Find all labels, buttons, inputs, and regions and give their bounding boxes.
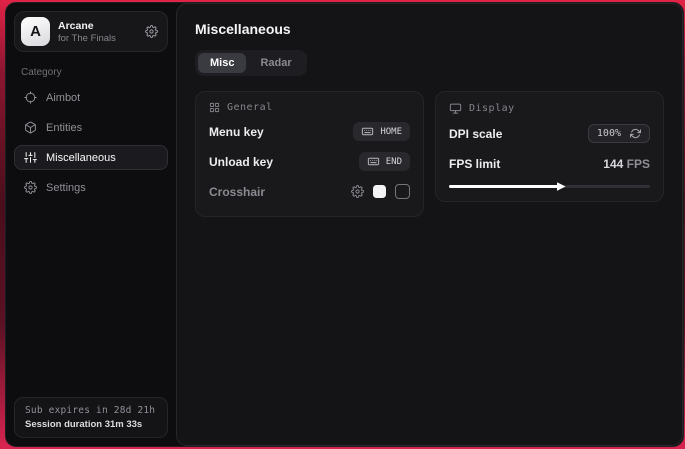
unload-key-label: Unload key	[209, 155, 273, 169]
cards-row: General Menu key HOME	[195, 91, 664, 217]
crosshair-row: Crosshair	[209, 180, 410, 203]
sub-expiry-text: Sub expires in 28d 21h	[25, 405, 157, 416]
menu-key-bind-button[interactable]: HOME	[353, 122, 410, 141]
gear-icon	[24, 181, 37, 194]
menu-key-row: Menu key HOME	[209, 120, 410, 143]
menu-key-label: Menu key	[209, 125, 264, 139]
fps-limit-row: FPS limit 144 FPS	[449, 152, 650, 175]
general-card-title: General	[227, 102, 273, 113]
app-subtitle: for The Finals	[58, 33, 116, 44]
sidebar: A Arcane for The Finals Category	[6, 3, 176, 446]
sidebar-item-label: Miscellaneous	[46, 152, 116, 164]
brand-card: A Arcane for The Finals	[14, 11, 168, 52]
sidebar-item-settings[interactable]: Settings	[14, 175, 168, 200]
dpi-scale-value: 100%	[597, 128, 621, 139]
crosshair-controls	[351, 184, 410, 199]
menu-key-value: HOME	[380, 127, 402, 137]
sidebar-item-aimbot[interactable]: Aimbot	[14, 85, 168, 110]
brand-text: Arcane for The Finals	[58, 20, 116, 44]
crosshair-checkbox[interactable]	[395, 184, 410, 199]
crosshair-label: Crosshair	[209, 185, 265, 199]
sidebar-item-label: Entities	[46, 122, 82, 134]
keyboard-icon	[361, 125, 374, 138]
display-card-title: Display	[469, 103, 515, 114]
crosshair-icon	[24, 91, 37, 104]
dpi-scale-label: DPI scale	[449, 127, 502, 141]
tab-bar: Misc Radar	[195, 50, 307, 76]
main-panel: Miscellaneous Misc Radar General	[176, 3, 683, 446]
dpi-scale-row: DPI scale 100%	[449, 122, 650, 145]
refresh-icon	[630, 128, 641, 139]
sidebar-nav: Aimbot Entities	[14, 85, 168, 200]
gear-icon[interactable]	[145, 25, 158, 38]
sliders-icon	[24, 151, 37, 164]
subscription-info-card: Sub expires in 28d 21h Session duration …	[14, 397, 168, 438]
app-name: Arcane	[58, 20, 116, 32]
category-label: Category	[21, 67, 161, 78]
sidebar-item-label: Aimbot	[46, 92, 80, 104]
display-card-header: Display	[449, 102, 650, 115]
sidebar-item-entities[interactable]: Entities	[14, 115, 168, 140]
grid-icon	[209, 102, 220, 113]
crosshair-color-swatch[interactable]	[373, 185, 386, 198]
app-window: A Arcane for The Finals Category	[5, 2, 684, 447]
unload-key-bind-button[interactable]: END	[359, 152, 410, 171]
page-title: Miscellaneous	[195, 21, 664, 37]
fps-slider-fill	[449, 185, 562, 188]
display-card: Display DPI scale 100%	[435, 91, 664, 202]
tab-radar[interactable]: Radar	[248, 53, 303, 73]
app-logo: A	[21, 17, 50, 46]
dpi-scale-stepper[interactable]: 100%	[588, 124, 650, 143]
session-duration-text: Session duration 31m 33s	[25, 419, 157, 430]
sidebar-item-miscellaneous[interactable]: Miscellaneous	[14, 145, 168, 170]
fps-limit-label: FPS limit	[449, 157, 500, 171]
keyboard-icon	[367, 155, 380, 168]
fps-limit-slider[interactable]	[449, 185, 650, 188]
cube-icon	[24, 121, 37, 134]
tab-misc[interactable]: Misc	[198, 53, 246, 73]
fps-slider-thumb[interactable]	[557, 182, 566, 191]
unload-key-value: END	[386, 157, 402, 167]
sidebar-item-label: Settings	[46, 182, 86, 194]
unload-key-row: Unload key END	[209, 150, 410, 173]
general-card-header: General	[209, 102, 410, 113]
gear-icon[interactable]	[351, 185, 364, 198]
monitor-icon	[449, 102, 462, 115]
general-card: General Menu key HOME	[195, 91, 424, 217]
fps-limit-value: 144 FPS	[603, 157, 650, 171]
